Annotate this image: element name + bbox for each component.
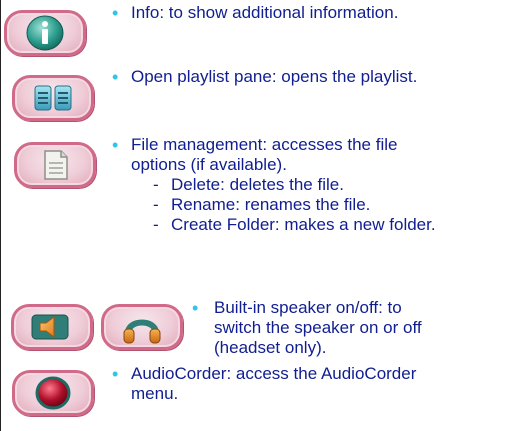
speaker-description: • Built-in speaker on/off: to switch the… [192,298,422,358]
bullet-marker: • [112,364,119,384]
sub-item-create-folder: - Create Folder: makes a new folder. [131,215,436,235]
playlist-text: Open playlist pane: opens the playlist. [131,67,418,86]
info-icon [26,15,64,51]
file-management-description: • File management: accesses the file opt… [112,135,436,235]
sub-item-delete: - Delete: deletes the file. [131,175,436,195]
sub-item-delete-text: Delete: deletes the file. [171,175,344,194]
bullet-marker: • [112,135,119,155]
dash-marker: - [153,215,159,234]
playlist-icon [34,85,72,111]
speaker-icon [31,314,69,340]
headset-button[interactable] [101,304,183,350]
audiocorder-text-line-1: AudioCorder: access the AudioCorder [131,364,417,383]
record-icon [35,376,71,410]
audiocorder-button[interactable] [12,370,94,416]
info-button[interactable] [4,10,86,56]
sub-item-rename: - Rename: renames the file. [131,195,436,215]
dash-marker: - [153,175,159,194]
file-management-button[interactable] [14,142,96,188]
dash-marker: - [153,195,159,214]
left-border-line [0,0,1,431]
sub-item-create-folder-text: Create Folder: makes a new folder. [171,215,436,234]
headset-icon [123,319,161,344]
playlist-description: • Open playlist pane: opens the playlist… [112,67,417,87]
bullet-marker: • [112,67,119,87]
info-text: Info: to show additional information. [131,3,399,22]
speaker-text-line-1: Built-in speaker on/off: to [214,298,402,317]
speaker-text-line-2: switch the speaker on or off [214,318,422,337]
file-icon [44,150,68,180]
speaker-text-line-3: (headset only). [214,338,327,357]
sub-item-rename-text: Rename: renames the file. [171,195,371,214]
audiocorder-text-line-2: menu. [131,384,179,403]
audiocorder-description: • AudioCorder: access the AudioCorder me… [112,364,416,404]
file-management-text-line-1: File management: accesses the file [131,135,398,154]
bullet-marker: • [192,298,199,318]
bullet-marker: • [112,3,119,23]
file-management-text-line-2: options (if available). [131,155,287,174]
info-description: • Info: to show additional information. [112,3,398,23]
playlist-button[interactable] [12,75,94,121]
speaker-toggle-button[interactable] [11,304,93,350]
